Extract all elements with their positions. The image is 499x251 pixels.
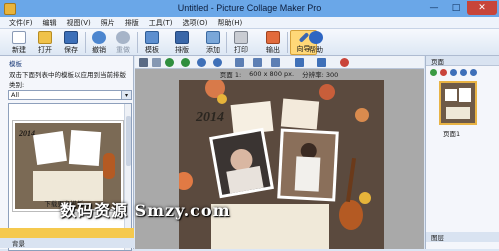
delete-page-icon[interactable] [440, 68, 447, 76]
open-button[interactable]: 打开 [34, 30, 56, 55]
tab-background[interactable]: 背景 [0, 238, 134, 248]
title-bar: Untitled - Picture Collage Maker Pro — □… [0, 0, 499, 17]
toolbar-separator [85, 32, 86, 53]
main-toolbar: 新建 打开 保存 撤销 重做 模板 排版 添加 打印 输出 向导 帮助 [0, 29, 499, 56]
move-icon[interactable] [139, 58, 148, 67]
menu-options[interactable]: 选项(O) [183, 18, 208, 28]
add-page-icon[interactable] [430, 68, 437, 76]
menu-layout[interactable]: 排版 [125, 18, 139, 28]
panel-header: 模板 [9, 60, 22, 68]
watermark: 数码资源 Smzy.com [60, 201, 231, 220]
save-button[interactable]: 保存 [60, 30, 82, 55]
flower-decoration [319, 84, 335, 100]
menu-photo[interactable]: 照片 [101, 18, 115, 28]
distribute-icon[interactable] [295, 58, 304, 67]
align-icon[interactable] [271, 58, 280, 67]
export-icon [266, 31, 280, 44]
menu-edit[interactable]: 编辑 [43, 18, 57, 28]
photo-left [212, 131, 271, 195]
photo-right [280, 131, 336, 199]
flower-decoration [179, 172, 193, 190]
layout-button[interactable]: 排版 [171, 30, 193, 55]
guitar-neck [345, 157, 357, 203]
canvas-toolbar [135, 56, 424, 69]
delete-icon[interactable] [340, 58, 349, 67]
collage-canvas[interactable]: 2014 [179, 80, 384, 249]
flower-decoration [217, 94, 227, 104]
template-icon [145, 31, 159, 44]
add-photo-button[interactable]: 添加 [202, 30, 224, 55]
help-icon [309, 31, 323, 44]
printer-icon [234, 31, 248, 44]
add-photo-icon [206, 31, 220, 44]
guitar-decoration [339, 200, 363, 230]
minimize-button[interactable]: — [423, 1, 445, 15]
undo-button[interactable]: 撤销 [88, 30, 110, 55]
copy-page-icon[interactable] [450, 68, 457, 76]
move-up-icon[interactable] [460, 68, 467, 76]
toolbar-separator [287, 32, 288, 53]
redo-button[interactable]: 重做 [112, 30, 134, 55]
stamp-frame[interactable] [280, 98, 320, 130]
menu-help[interactable]: 帮助(H) [218, 18, 243, 28]
size-icon[interactable] [317, 58, 326, 67]
photo-frame-right[interactable] [277, 128, 339, 202]
close-button[interactable]: ✕ [467, 1, 497, 15]
menu-file[interactable]: 文件(F) [9, 18, 33, 28]
maximize-button[interactable]: □ [445, 1, 467, 15]
new-button[interactable]: 新建 [8, 30, 30, 55]
category-label: 类别: [9, 81, 25, 89]
template-button[interactable]: 模板 [141, 30, 163, 55]
page-info: 页面 1: 600 x 800 px. 分辨率: 300 [219, 70, 339, 79]
redo-icon [116, 31, 130, 44]
photo-frame-left[interactable] [209, 127, 274, 199]
zoom-out-icon[interactable] [181, 58, 190, 67]
page-thumbnail[interactable] [439, 81, 477, 125]
flower-decoration [359, 192, 371, 204]
zoom-in-icon[interactable] [165, 58, 174, 67]
bring-forward-icon[interactable] [197, 58, 206, 67]
toolbar-separator [226, 32, 227, 53]
new-file-icon [12, 31, 26, 44]
export-button[interactable]: 输出 [262, 30, 284, 55]
flower-decoration [355, 108, 369, 122]
category-select[interactable]: All ▾ [8, 90, 132, 100]
rotate-icon[interactable] [235, 58, 244, 67]
menu-tools[interactable]: 工具(T) [149, 18, 173, 28]
pages-tools [426, 67, 499, 77]
folder-icon [38, 31, 52, 44]
tab-template[interactable] [0, 228, 134, 238]
save-icon [64, 31, 78, 44]
flip-icon[interactable] [253, 58, 262, 67]
layers-panel-title[interactable]: 图层 [426, 232, 499, 242]
toolbar-separator [137, 32, 138, 53]
print-button[interactable]: 打印 [230, 30, 252, 55]
template-hint: 双击下面列表中的模板以应用到当前排版 [9, 71, 126, 79]
crop-icon[interactable] [152, 58, 161, 67]
menu-view[interactable]: 视图(V) [67, 18, 91, 28]
year-text[interactable]: 2014 [196, 110, 224, 126]
send-backward-icon[interactable] [213, 58, 222, 67]
undo-icon [92, 31, 106, 44]
help-button[interactable]: 帮助 [305, 30, 327, 55]
pages-panel: 页面 页面1 图层 [425, 56, 499, 249]
layout-icon [175, 31, 189, 44]
chevron-down-icon: ▾ [121, 91, 131, 99]
pages-panel-title: 页面 [426, 56, 499, 66]
move-down-icon[interactable] [470, 68, 477, 76]
menu-bar: 文件(F) 编辑 视图(V) 照片 排版 工具(T) 选项(O) 帮助(H) [0, 17, 499, 29]
page-item-label: 页面1 [443, 130, 461, 138]
